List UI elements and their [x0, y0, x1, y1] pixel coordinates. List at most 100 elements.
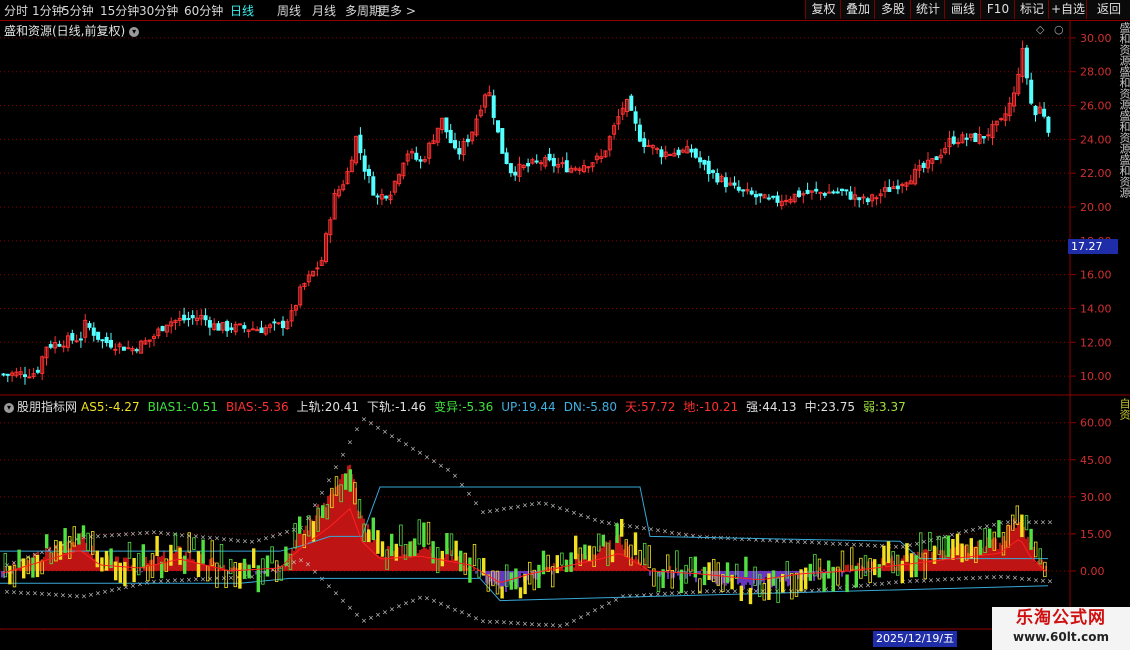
period-tab-4[interactable]: 30分钟	[139, 2, 178, 19]
svg-text:×: ×	[165, 577, 171, 585]
svg-text:×: ×	[1026, 576, 1032, 584]
indicator-tick-4: 0.00	[1080, 565, 1105, 578]
svg-text:×: ×	[487, 507, 493, 515]
svg-text:×: ×	[473, 499, 479, 507]
period-tab-9[interactable]: 多周期	[345, 2, 381, 19]
svg-text:×: ×	[508, 619, 514, 627]
indicator-menu-icon[interactable]: ▾	[4, 402, 14, 413]
svg-text:×: ×	[963, 575, 969, 583]
right-side-strip: 盛和资源盛和资源盛和资源盛和资源	[1118, 22, 1130, 394]
indicator-value-4: 下轨:-1.46	[367, 400, 427, 414]
svg-text:×: ×	[1019, 575, 1025, 583]
toolbar-button-1[interactable]: 叠加	[840, 0, 875, 19]
indicator-value-5: 变异:-5.36	[434, 400, 494, 414]
period-tab-5[interactable]: 60分钟	[184, 2, 223, 19]
svg-text:×: ×	[207, 575, 213, 583]
right-strip-text: 盛和资源盛和资源盛和资源盛和资源	[1118, 22, 1130, 198]
svg-text:×: ×	[837, 540, 843, 548]
toolbar-button-8[interactable]: 返回	[1086, 0, 1130, 19]
svg-text:×: ×	[1047, 519, 1053, 527]
price-tick-1: 28.00	[1080, 66, 1112, 79]
svg-text:×: ×	[536, 499, 542, 507]
period-tab-1[interactable]: 1分钟	[32, 2, 64, 19]
svg-text:×: ×	[599, 603, 605, 611]
period-tab-8[interactable]: 月线	[312, 2, 336, 19]
diamond-icon[interactable]: ◇	[1036, 23, 1044, 36]
period-tab-3[interactable]: 15分钟	[100, 2, 139, 19]
svg-text:×: ×	[263, 534, 269, 542]
toolbar-button-6[interactable]: 标记	[1014, 0, 1049, 19]
svg-text:×: ×	[144, 529, 150, 537]
svg-text:×: ×	[270, 532, 276, 540]
svg-text:×: ×	[907, 577, 913, 585]
svg-text:×: ×	[137, 529, 143, 537]
svg-text:×: ×	[396, 603, 402, 611]
svg-text:×: ×	[221, 574, 227, 582]
svg-text:×: ×	[389, 432, 395, 440]
svg-text:×: ×	[1033, 519, 1039, 527]
svg-text:×: ×	[102, 588, 108, 596]
svg-text:×: ×	[452, 472, 458, 480]
svg-text:×: ×	[151, 529, 157, 537]
svg-text:×: ×	[1040, 519, 1046, 527]
svg-text:×: ×	[214, 535, 220, 543]
svg-text:×: ×	[928, 576, 934, 584]
selected-date-tag: 2025/12/19/五	[873, 631, 958, 647]
svg-text:×: ×	[319, 489, 325, 497]
svg-text:×: ×	[326, 582, 332, 590]
svg-text:×: ×	[410, 597, 416, 605]
toolbar-button-0[interactable]: 复权	[805, 0, 841, 19]
svg-text:×: ×	[11, 588, 17, 596]
svg-text:×: ×	[32, 590, 38, 598]
svg-text:×: ×	[39, 549, 45, 557]
svg-text:×: ×	[438, 600, 444, 608]
svg-text:×: ×	[823, 539, 829, 547]
svg-text:×: ×	[501, 505, 507, 513]
indicator-value-12: 弱:3.37	[862, 400, 906, 414]
svg-text:×: ×	[452, 606, 458, 614]
svg-text:×: ×	[550, 502, 556, 510]
svg-text:×: ×	[298, 556, 304, 564]
svg-text:×: ×	[578, 511, 584, 519]
svg-text:×: ×	[249, 538, 255, 546]
svg-text:×: ×	[473, 614, 479, 622]
price-tick-2: 26.00	[1080, 100, 1112, 113]
period-toolbar: 分时 1分钟 5分钟 15分钟 30分钟 60分钟 日线 周线 月线 多周期 更多 > 复权 叠加 多股统…	[0, 0, 1130, 21]
indicator-tick-1: 45.00	[1080, 454, 1112, 467]
indicator-value-11: 中:23.75	[804, 400, 855, 414]
svg-text:×: ×	[634, 592, 640, 600]
toolbar-button-2[interactable]: 多股	[874, 0, 911, 19]
period-tab-2[interactable]: 5分钟	[62, 2, 94, 19]
price-panel-title[interactable]: 盛和资源(日线,前复权) ▾	[4, 22, 140, 39]
period-tab-6[interactable]: 日线	[230, 2, 254, 19]
svg-text:×: ×	[578, 613, 584, 621]
svg-text:×: ×	[543, 500, 549, 508]
svg-text:×: ×	[424, 594, 430, 602]
toolbar-button-4[interactable]: 画线	[944, 0, 981, 19]
svg-text:×: ×	[543, 621, 549, 629]
toolbar-button-5[interactable]: F10	[980, 0, 1015, 19]
svg-text:×: ×	[655, 527, 661, 535]
svg-text:×: ×	[396, 437, 402, 445]
svg-text:×: ×	[480, 617, 486, 625]
svg-text:×: ×	[39, 590, 45, 598]
svg-text:×: ×	[88, 591, 94, 599]
toolbar-button-7[interactable]: +自选	[1048, 0, 1087, 19]
svg-text:×: ×	[1033, 576, 1039, 584]
svg-text:×: ×	[942, 576, 948, 584]
chevron-down-icon[interactable]: ▾	[129, 26, 140, 37]
circle-icon[interactable]: ○	[1054, 23, 1064, 36]
svg-text:×: ×	[151, 578, 157, 586]
svg-text:×: ×	[522, 620, 528, 628]
svg-text:×: ×	[914, 540, 920, 548]
period-tab-0[interactable]: 分时	[4, 2, 28, 19]
toolbar-button-3[interactable]: 统计	[910, 0, 945, 19]
stock-title-text: 盛和资源(日线,前复权)	[4, 24, 126, 38]
svg-text:×: ×	[347, 438, 353, 446]
period-tab-10[interactable]: 更多 >	[378, 2, 416, 19]
svg-text:×: ×	[361, 617, 367, 625]
svg-text:×: ×	[312, 568, 318, 576]
svg-text:×: ×	[767, 537, 773, 545]
period-tab-7[interactable]: 周线	[277, 2, 301, 19]
svg-text:×: ×	[865, 542, 871, 550]
